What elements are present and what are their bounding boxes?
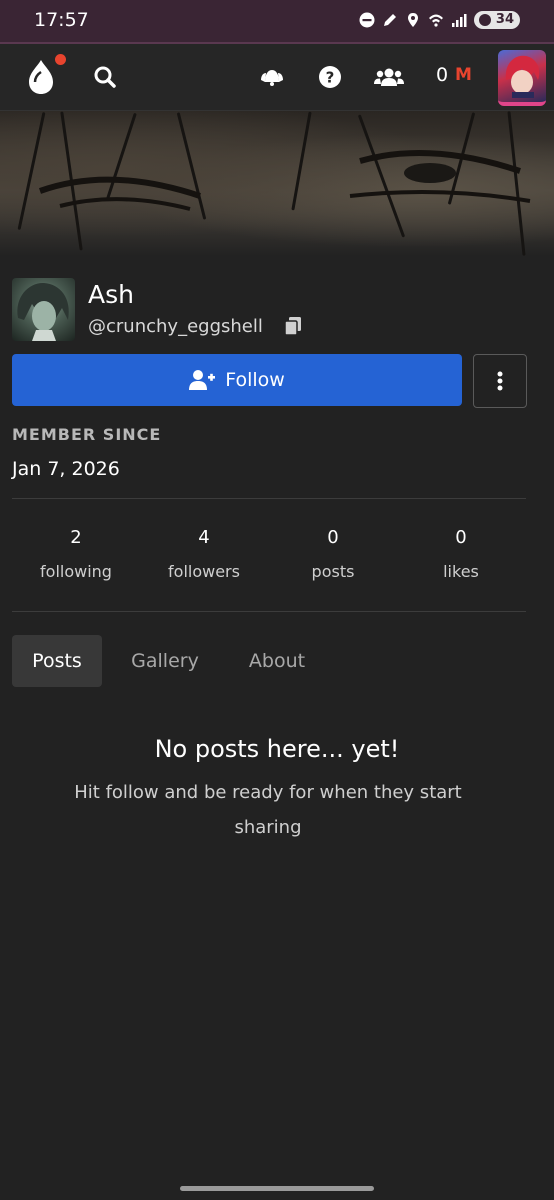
stat-likes: 0 likes bbox=[397, 527, 525, 581]
member-since-label: MEMBER SINCE bbox=[12, 425, 162, 444]
signal-icon bbox=[451, 14, 467, 27]
community-icon[interactable] bbox=[374, 64, 404, 90]
member-since-date: Jan 7, 2026 bbox=[12, 458, 120, 480]
tab-posts[interactable]: Posts bbox=[12, 635, 102, 687]
more-options-button[interactable] bbox=[473, 354, 527, 408]
svg-text:?: ? bbox=[326, 69, 335, 87]
profile-name: Ash bbox=[88, 280, 134, 309]
notifications-icon[interactable] bbox=[259, 64, 285, 90]
divider bbox=[12, 611, 526, 612]
stat-posts: 0 posts bbox=[269, 527, 397, 581]
banner-eyes bbox=[38, 150, 531, 211]
location-icon bbox=[407, 13, 418, 27]
wifi-icon bbox=[428, 14, 443, 27]
home-indicator[interactable] bbox=[180, 1186, 374, 1191]
status-time: 17:57 bbox=[34, 9, 89, 31]
coin-icon: M bbox=[455, 65, 472, 85]
help-icon[interactable]: ? bbox=[317, 64, 343, 90]
profile-handle: @crunchy_eggshell bbox=[88, 316, 263, 337]
top-navigation: ? 0 M bbox=[0, 44, 554, 111]
status-bar: 17:57 34 bbox=[0, 0, 554, 44]
stat-label: following bbox=[40, 562, 112, 581]
stat-value: 0 bbox=[327, 527, 339, 548]
do-not-disturb-icon bbox=[359, 12, 375, 28]
status-icons: 34 bbox=[359, 11, 520, 29]
avatar-image bbox=[505, 55, 540, 100]
profile-banner bbox=[0, 111, 554, 256]
stat-value: 2 bbox=[70, 527, 82, 548]
search-icon[interactable] bbox=[92, 64, 118, 90]
stat-followers[interactable]: 4 followers bbox=[140, 527, 268, 581]
more-vertical-icon bbox=[497, 371, 503, 391]
pen-icon bbox=[383, 14, 396, 26]
copy-icon[interactable] bbox=[284, 316, 302, 336]
user-avatar[interactable] bbox=[498, 50, 546, 106]
stat-following[interactable]: 2 following bbox=[12, 527, 140, 581]
empty-state-title: No posts here... yet! bbox=[154, 735, 400, 763]
tab-about[interactable]: About bbox=[232, 635, 322, 687]
coin-count[interactable]: 0 bbox=[436, 64, 448, 86]
add-user-icon bbox=[189, 370, 216, 390]
profile-avatar-image bbox=[17, 282, 69, 341]
empty-state-subtitle: Hit follow and be ready for when they st… bbox=[74, 782, 462, 838]
follow-button[interactable]: Follow bbox=[12, 354, 462, 406]
notification-dot bbox=[55, 54, 66, 65]
stat-label: followers bbox=[168, 562, 240, 581]
tab-gallery[interactable]: Gallery bbox=[120, 635, 210, 687]
battery-icon: 34 bbox=[473, 11, 520, 29]
stat-value: 0 bbox=[455, 527, 467, 548]
stat-label: posts bbox=[311, 562, 355, 581]
stat-value: 4 bbox=[198, 527, 210, 548]
profile-avatar[interactable] bbox=[12, 278, 75, 341]
stat-label: likes bbox=[443, 562, 479, 581]
follow-label: Follow bbox=[225, 369, 285, 391]
logo-icon[interactable] bbox=[24, 58, 58, 96]
divider bbox=[12, 498, 526, 499]
